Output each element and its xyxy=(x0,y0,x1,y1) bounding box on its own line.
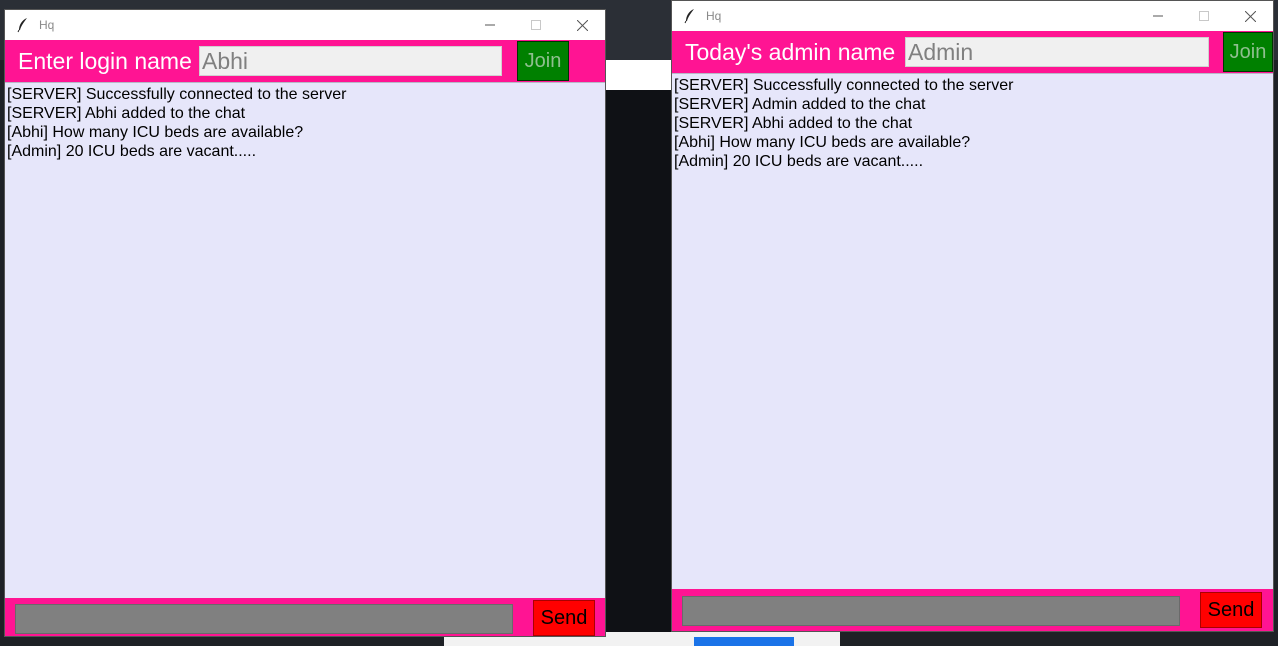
minimize-icon xyxy=(1153,15,1163,17)
window-title: Hq xyxy=(706,9,722,23)
login-name-label: Enter login name xyxy=(18,47,192,74)
background-editor-tab xyxy=(606,60,672,90)
feather-icon xyxy=(684,9,694,24)
chat-message: [SERVER] Successfully connected to the s… xyxy=(674,77,1014,94)
background-editor-pane xyxy=(606,90,672,635)
message-input[interactable] xyxy=(682,596,1180,626)
background-taskbar-button xyxy=(694,637,794,646)
close-button[interactable] xyxy=(1227,1,1273,31)
client-title-bar[interactable]: Hq xyxy=(5,10,605,40)
chat-log[interactable]: [SERVER] Successfully connected to the s… xyxy=(5,82,605,598)
send-button[interactable]: Send xyxy=(1200,592,1262,628)
maximize-icon xyxy=(1199,11,1209,21)
admin-header: Today's admin name Join xyxy=(672,31,1273,73)
chat-message: [SERVER] Abhi added to the chat xyxy=(674,115,913,132)
chat-message: [Admin] 20 ICU beds are vacant..... xyxy=(7,143,257,160)
client-chat-window: Hq Enter login name Join [SERVER] Succes… xyxy=(5,10,605,636)
chat-log[interactable]: [SERVER] Successfully connected to the s… xyxy=(672,73,1273,589)
minimize-icon xyxy=(485,24,495,26)
chat-message: [SERVER] Successfully connected to the s… xyxy=(7,86,347,103)
message-input[interactable] xyxy=(15,604,513,634)
login-header: Enter login name Join xyxy=(5,40,605,82)
close-icon xyxy=(1244,10,1256,22)
admin-name-label: Today's admin name xyxy=(685,38,896,65)
maximize-button[interactable] xyxy=(1181,1,1227,31)
maximize-icon xyxy=(531,20,541,30)
chat-message: [Abhi] How many ICU beds are available? xyxy=(7,124,304,141)
chat-message: [Abhi] How many ICU beds are available? xyxy=(674,134,971,151)
join-button[interactable]: Join xyxy=(517,41,569,81)
minimize-button[interactable] xyxy=(1135,1,1181,31)
send-button[interactable]: Send xyxy=(533,600,595,636)
feather-icon xyxy=(17,18,27,33)
message-footer: Send xyxy=(672,589,1273,631)
close-icon xyxy=(576,19,588,31)
window-title: Hq xyxy=(39,18,55,32)
message-footer: Send xyxy=(5,598,605,636)
chat-message: [SERVER] Abhi added to the chat xyxy=(7,105,246,122)
admin-name-input[interactable] xyxy=(905,37,1209,67)
join-button[interactable]: Join xyxy=(1223,32,1273,72)
admin-chat-window: Hq Today's admin name Join [SERVER] Succ… xyxy=(672,1,1273,631)
minimize-button[interactable] xyxy=(467,10,513,40)
maximize-button[interactable] xyxy=(513,10,559,40)
admin-title-bar[interactable]: Hq xyxy=(672,1,1273,31)
chat-message: [Admin] 20 ICU beds are vacant..... xyxy=(674,153,924,170)
login-name-input[interactable] xyxy=(199,46,502,76)
chat-message: [SERVER] Admin added to the chat xyxy=(674,96,926,113)
close-button[interactable] xyxy=(559,10,605,40)
